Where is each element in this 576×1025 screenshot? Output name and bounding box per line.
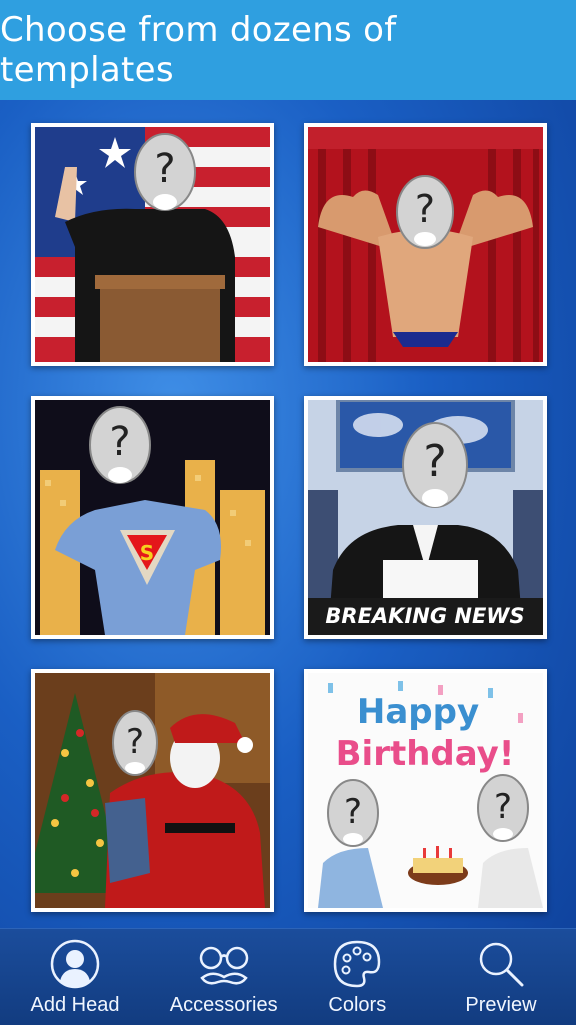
santa-image: ?: [35, 673, 270, 908]
face-placeholder-icon: ?: [112, 710, 158, 776]
news-anchor-image: BREAKING NEWS ?: [308, 400, 543, 635]
tab-add-head-label: Add Head: [30, 994, 120, 1016]
header-bar: Choose from dozens of templates: [0, 0, 576, 100]
breaking-news-banner: BREAKING NEWS: [325, 604, 524, 628]
tab-accessories-label: Accessories: [169, 994, 278, 1016]
tab-add-head[interactable]: Add Head: [0, 937, 150, 1017]
tab-accessories[interactable]: Accessories: [159, 937, 289, 1017]
svg-text:S: S: [140, 541, 154, 565]
template-news-anchor[interactable]: BREAKING NEWS ?: [304, 396, 547, 639]
svg-text:?: ?: [154, 146, 175, 192]
superhero-image: S ?: [35, 400, 270, 635]
head-icon: [50, 939, 100, 989]
template-birthday[interactable]: Happy Birthday! ? ?: [304, 669, 547, 912]
tab-colors[interactable]: Colors: [297, 937, 417, 1017]
tab-bar: Add Head Accessories Colors Preview: [0, 928, 576, 1025]
tab-colors-label: Colors: [328, 994, 387, 1016]
svg-text:?: ?: [415, 187, 435, 231]
greeting-line2: Birthday!: [336, 734, 515, 774]
template-santa[interactable]: ?: [31, 669, 274, 912]
template-grid: ? ? S ? BREAKING NEWS ? ? Happy Birthday…: [31, 123, 547, 912]
svg-text:?: ?: [494, 787, 512, 827]
svg-text:?: ?: [344, 792, 362, 832]
svg-text:?: ?: [126, 722, 144, 762]
svg-text:?: ?: [423, 436, 446, 487]
palette-icon: [334, 940, 381, 988]
page-title: Choose from dozens of templates: [0, 10, 397, 90]
svg-text:?: ?: [109, 419, 130, 465]
template-politician[interactable]: ?: [31, 123, 274, 366]
face-placeholder-icon: ?: [396, 175, 454, 249]
politician-image: ?: [35, 127, 270, 362]
face-placeholder-icon: ?: [477, 774, 529, 842]
template-superhero[interactable]: S ?: [31, 396, 274, 639]
greeting-line1: Happy: [357, 692, 479, 732]
tab-preview[interactable]: Preview: [426, 937, 576, 1017]
glasses-mustache-icon: [199, 946, 248, 985]
tab-preview-label: Preview: [465, 994, 537, 1016]
template-bodybuilder[interactable]: ?: [304, 123, 547, 366]
magnifier-icon: [479, 942, 524, 987]
face-placeholder-icon: ?: [89, 406, 151, 484]
face-placeholder-icon: ?: [402, 422, 468, 508]
bodybuilder-image: ?: [308, 127, 543, 362]
face-placeholder-icon: ?: [327, 779, 379, 847]
birthday-image: Happy Birthday! ? ?: [308, 673, 543, 908]
face-placeholder-icon: ?: [134, 133, 196, 211]
